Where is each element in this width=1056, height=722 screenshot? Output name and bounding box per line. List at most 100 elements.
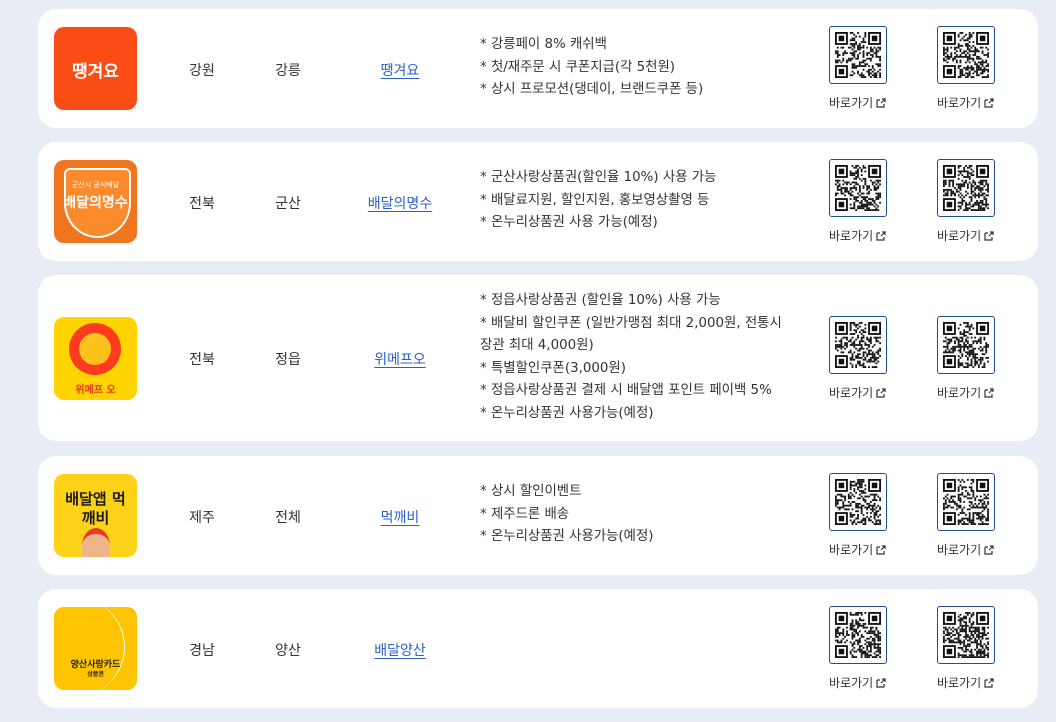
external-link-icon	[984, 97, 994, 108]
logo-text: 땡겨요	[72, 62, 119, 82]
benefit-item: * 첫/재주문 시 쿠폰지급(각 5천원)	[480, 59, 676, 75]
wemakeprice-o-logo: 위메프 오	[54, 317, 137, 400]
qr-code-icon[interactable]	[829, 159, 887, 217]
qr-code-icon[interactable]	[829, 606, 887, 664]
qr-code-icon[interactable]	[937, 26, 995, 84]
goto-link[interactable]: 바로가기	[937, 541, 999, 558]
external-link-icon	[984, 230, 994, 241]
qr-code-icon[interactable]	[937, 606, 995, 664]
table-row: 땡겨요 강원 강릉 땡겨요 * 강릉페이 8% 캐쉬백 * 첫/재주문 시 쿠폰…	[38, 9, 1038, 128]
table-row: 군산시 공식배달 배달의명수 전북 군산 배달의명수 * 군산사랑상품권(할인율…	[38, 142, 1038, 261]
external-link-icon	[876, 97, 886, 108]
benefit-item: * 강릉페이 8% 캐쉬백	[480, 37, 607, 52]
city-cell: 군산	[275, 196, 301, 212]
logo-text: 위메프 오	[75, 385, 116, 396]
yangsan-card-logo: 양산사랑카드 상품권	[54, 607, 137, 690]
benefit-item: * 상시 프로모션(댕데이, 브랜드쿠폰 등)	[480, 82, 704, 97]
qr-ios[interactable]: 바로가기	[937, 473, 999, 558]
ddanggyoyo-logo: 땡겨요	[54, 27, 137, 110]
benefit-item: * 정읍사랑상품권 결제 시 배달앱 포인트 페이백 5%	[480, 383, 772, 398]
benefits-list: * 상시 할인이벤트 * 제주드론 배송 * 온누리상품권 사용가능(예정)	[480, 481, 800, 549]
external-link-icon	[876, 230, 886, 241]
city-cell: 강릉	[275, 63, 301, 79]
qr-ios[interactable]: 바로가기	[937, 606, 999, 691]
qr-android[interactable]: 바로가기	[829, 316, 891, 401]
logo-text: 배달의명수	[63, 195, 128, 211]
app-link[interactable]: 위메프오	[354, 349, 446, 369]
benefit-item: * 특별할인쿠폰(3,000원)	[480, 360, 626, 376]
benefit-item: * 온누리상품권 사용가능(예정)	[480, 405, 654, 421]
goto-label: 바로가기	[937, 543, 982, 557]
goto-label: 바로가기	[829, 676, 874, 690]
qr-ios[interactable]: 바로가기	[937, 316, 999, 401]
table-row: 위메프 오 전북 정읍 위메프오 * 정읍사랑상품권 (할인율 10%) 사용 …	[38, 275, 1038, 441]
goto-label: 바로가기	[937, 229, 982, 243]
app-link[interactable]: 땡겨요	[354, 60, 446, 80]
city-cell: 양산	[275, 643, 301, 659]
qr-android[interactable]: 바로가기	[829, 606, 891, 691]
benefit-item: * 정읍사랑상품권 (할인율 10%) 사용 가능	[480, 293, 721, 308]
goto-label: 바로가기	[937, 676, 982, 690]
qr-android[interactable]: 바로가기	[829, 473, 891, 558]
region-cell: 경남	[189, 643, 215, 659]
goto-link[interactable]: 바로가기	[829, 94, 891, 111]
app-link[interactable]: 먹깨비	[354, 507, 446, 527]
goto-link[interactable]: 바로가기	[829, 541, 891, 558]
goto-link[interactable]: 바로가기	[829, 674, 891, 691]
external-link-icon	[984, 387, 994, 398]
table-row: 배달앱 먹깨비 제주 전체 먹깨비 * 상시 할인이벤트 * 제주드론 배송 *…	[38, 456, 1038, 575]
external-link-icon	[984, 544, 994, 555]
benefit-item: * 군산사랑상품권(할인율 10%) 사용 가능	[480, 170, 717, 185]
goto-link[interactable]: 바로가기	[937, 94, 999, 111]
baedal-myeongsu-logo: 군산시 공식배달 배달의명수	[54, 160, 137, 243]
goto-label: 바로가기	[829, 96, 874, 110]
app-link[interactable]: 배달양산	[354, 640, 446, 660]
goto-link[interactable]: 바로가기	[829, 227, 891, 244]
benefit-item: * 배달료지원, 할인지원, 홍보영상촬영 등	[480, 192, 710, 208]
region-cell: 제주	[189, 510, 215, 526]
qr-code-icon[interactable]	[829, 316, 887, 374]
goto-link[interactable]: 바로가기	[829, 384, 891, 401]
table-row: 양산사랑카드 상품권 경남 양산 배달양산 바로가기 바로가기	[38, 589, 1038, 708]
benefits-list: * 정읍사랑상품권 (할인율 10%) 사용 가능 * 배달비 할인쿠폰 (일반…	[480, 290, 785, 425]
qr-code-icon[interactable]	[937, 473, 995, 531]
external-link-icon	[876, 544, 886, 555]
qr-code-icon[interactable]	[829, 26, 887, 84]
city-cell: 전체	[275, 510, 301, 526]
goto-label: 바로가기	[829, 229, 874, 243]
region-cell: 강원	[189, 63, 215, 79]
external-link-icon	[876, 677, 886, 688]
region-cell: 전북	[189, 196, 215, 212]
qr-code-icon[interactable]	[937, 159, 995, 217]
region-cell: 전북	[189, 352, 215, 368]
goto-label: 바로가기	[829, 543, 874, 557]
goto-label: 바로가기	[937, 96, 982, 110]
benefit-item: * 온누리상품권 사용가능(예정)	[480, 529, 654, 544]
app-link[interactable]: 배달의명수	[354, 193, 446, 213]
city-cell: 정읍	[275, 352, 301, 368]
qr-ios[interactable]: 바로가기	[937, 159, 999, 244]
external-link-icon	[984, 677, 994, 688]
benefits-list: * 군산사랑상품권(할인율 10%) 사용 가능 * 배달료지원, 할인지원, …	[480, 167, 800, 235]
qr-android[interactable]: 바로가기	[829, 159, 891, 244]
qr-android[interactable]: 바로가기	[829, 26, 891, 111]
goto-link[interactable]: 바로가기	[937, 674, 999, 691]
benefits-list: * 강릉페이 8% 캐쉬백 * 첫/재주문 시 쿠폰지급(각 5천원) * 상시…	[480, 34, 800, 102]
mascot-face	[79, 333, 111, 365]
goto-link[interactable]: 바로가기	[937, 227, 999, 244]
qr-code-icon[interactable]	[829, 473, 887, 531]
logo-text: 배달앱 먹깨비	[65, 490, 126, 527]
logo-subtext: 상품권	[87, 671, 104, 678]
goto-link[interactable]: 바로가기	[937, 384, 999, 401]
benefit-item: * 배달비 할인쿠폰 (일반가맹점 최대 2,000원, 전통시장관 최대 4,…	[480, 315, 782, 354]
mascot-icon	[82, 528, 110, 557]
benefit-item: * 온누리상품권 사용 가능(예정)	[480, 215, 658, 230]
qr-code-icon[interactable]	[937, 316, 995, 374]
benefit-item: * 상시 할인이벤트	[480, 484, 582, 499]
logo-subtext: 군산시 공식배달	[71, 181, 120, 189]
qr-ios[interactable]: 바로가기	[937, 26, 999, 111]
meokkaebi-logo: 배달앱 먹깨비	[54, 474, 137, 557]
goto-label: 바로가기	[937, 386, 982, 400]
goto-label: 바로가기	[829, 386, 874, 400]
benefit-item: * 제주드론 배송	[480, 506, 570, 522]
